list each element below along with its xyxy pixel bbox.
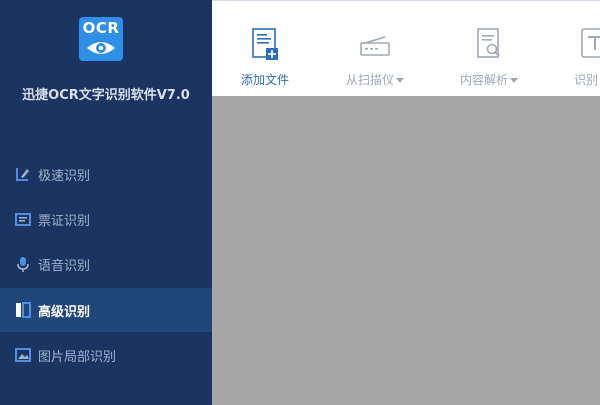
fast-recognize-icon [14, 165, 32, 183]
sidebar-item-ticket-recognize[interactable]: 票证识别 [0, 197, 212, 241]
workspace-area [212, 96, 600, 405]
sidebar-item-fast-recognize[interactable]: 极速识别 [0, 152, 212, 196]
add-file-button[interactable]: 添加文件 [220, 1, 310, 97]
microphone-icon [14, 255, 32, 273]
add-file-icon [252, 28, 278, 60]
scanner-button[interactable]: 从扫描仪 [330, 1, 420, 97]
sidebar-item-image-region-recognize[interactable]: 图片局部识别 [0, 333, 212, 377]
sidebar: OCR 迅捷OCR文字识别软件V7.0 极速识别 票证识别 语音识别 高级识别 … [0, 0, 212, 405]
sidebar-item-advanced-recognize[interactable]: 高级识别 [0, 288, 212, 332]
app-title: 迅捷OCR文字识别软件V7.0 [22, 88, 190, 103]
scanner-icon [360, 36, 390, 56]
logo-text: OCR [82, 19, 120, 37]
ticket-icon [14, 210, 32, 228]
content-parse-button[interactable]: 内容解析 [444, 1, 534, 97]
sidebar-item-label: 票证识别 [38, 213, 91, 229]
sidebar-item-label: 高级识别 [38, 304, 91, 320]
sidebar-item-label: 极速识别 [38, 168, 91, 184]
text-recognize-button[interactable]: 识别 [542, 1, 600, 97]
app-window: OCR 迅捷OCR文字识别软件V7.0 极速识别 票证识别 语音识别 高级识别 … [0, 0, 600, 405]
add-file-label: 添加文件 [240, 73, 289, 87]
sidebar-item-label: 图片局部识别 [38, 349, 117, 365]
content-parse-label: 内容解析 [444, 71, 534, 88]
content-parse-icon [477, 28, 500, 58]
text-recognize-label: 识别 [574, 73, 599, 87]
sidebar-item-label: 语音识别 [38, 258, 91, 274]
sidebar-item-voice-recognize[interactable]: 语音识别 [0, 242, 212, 286]
eye-icon [87, 42, 115, 54]
advanced-recognize-icon [14, 301, 32, 319]
chevron-down-icon[interactable] [396, 78, 404, 83]
scanner-label: 从扫描仪 [330, 71, 420, 88]
scanner-label-text: 从扫描仪 [345, 73, 394, 87]
chevron-down-icon[interactable] [510, 78, 518, 83]
toolbar: 添加文件 从扫描仪 内容解析 识别 [212, 0, 600, 96]
content-parse-label-text: 内容解析 [459, 73, 508, 87]
text-recognize-icon [581, 28, 600, 58]
ocr-logo: OCR [79, 17, 123, 61]
image-region-icon [14, 346, 32, 364]
